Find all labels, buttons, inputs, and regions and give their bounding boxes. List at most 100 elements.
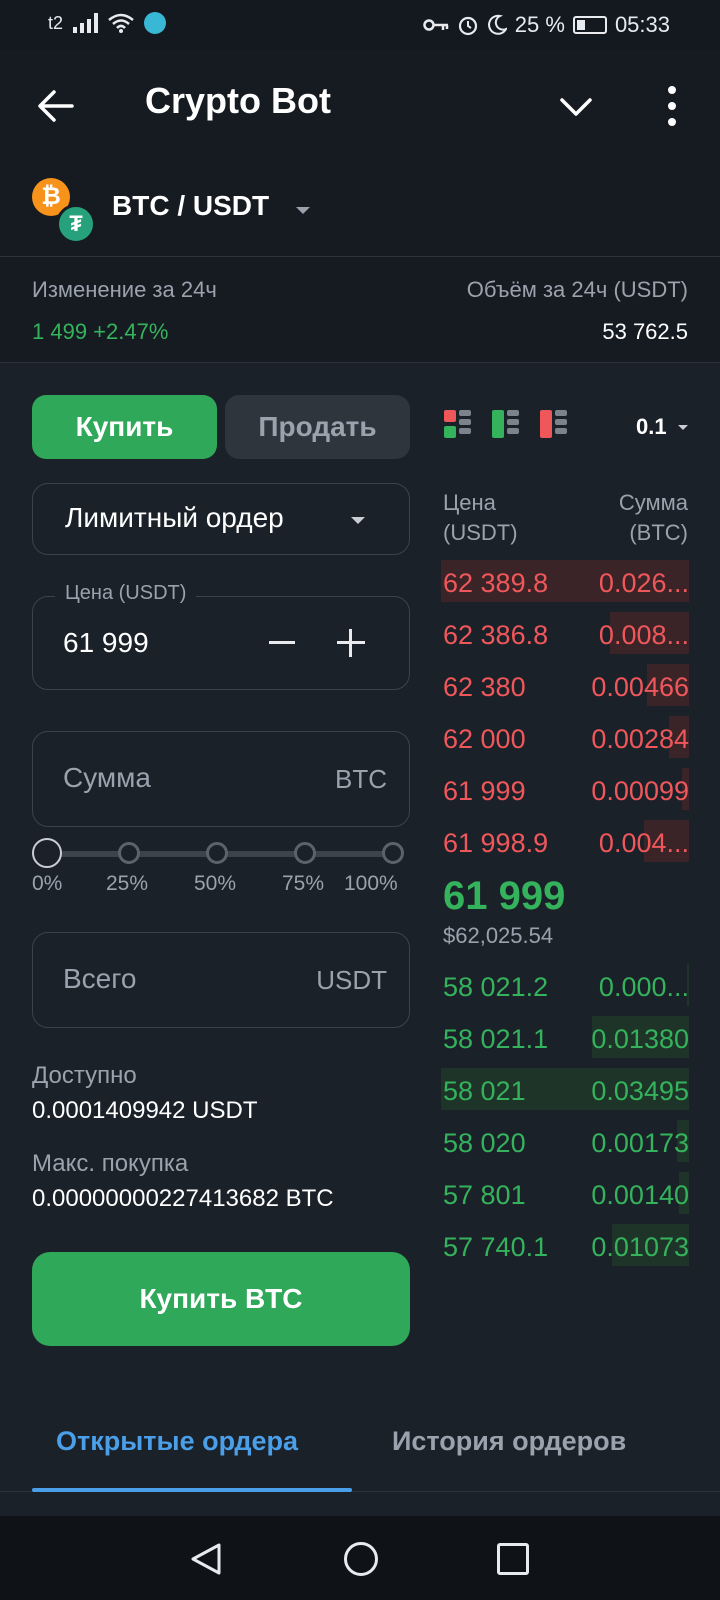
order-type-select[interactable]: Лимитный ордер — [32, 483, 410, 555]
bid-price: 58 020 — [443, 1128, 526, 1158]
nav-home-icon[interactable] — [344, 1542, 378, 1576]
price-input[interactable]: 61 999 — [63, 627, 149, 659]
orderbook-bids-icon[interactable] — [492, 410, 522, 440]
bid-size: 0.01380 — [591, 1024, 689, 1054]
bid-price: 58 021.2 — [443, 972, 549, 1002]
precision-value: 0.1 — [636, 414, 667, 439]
amount-unit: BTC — [335, 764, 387, 794]
ask-size: 0.00466 — [591, 672, 689, 702]
amount-field[interactable]: Сумма BTC — [32, 731, 410, 827]
battery-icon — [572, 16, 607, 34]
price-label: Цена (USDT) — [55, 582, 197, 605]
slider-label: 100% — [344, 872, 398, 895]
orderbook-size-header: Сумма (BTC) — [618, 490, 688, 545]
back-arrow-icon[interactable] — [36, 86, 76, 126]
ask-row[interactable]: 61 998.9 0.004... — [441, 820, 689, 862]
order-type-value: Лимитный ордер — [65, 502, 284, 533]
ask-price: 62 380 — [443, 672, 526, 702]
buy-btc-button[interactable]: Купить BTC — [32, 1252, 410, 1346]
caret-down-icon — [296, 207, 310, 214]
total-field[interactable]: Всего USDT — [32, 932, 410, 1028]
slider-stop-25[interactable] — [118, 842, 140, 864]
plus-icon[interactable] — [337, 629, 365, 657]
volume-24h-value: 53 762.5 — [602, 319, 688, 344]
slider-label: 50% — [194, 872, 237, 895]
moon-icon — [487, 14, 507, 35]
ask-price: 61 998.9 — [443, 828, 549, 858]
ask-price: 62 000 — [443, 724, 526, 754]
slider-label: 0% — [32, 872, 63, 895]
status-bar: t2 25 % 05:33 — [0, 0, 720, 50]
minus-icon[interactable] — [269, 641, 295, 644]
nav-recents-icon[interactable] — [497, 1543, 529, 1575]
orders-tabs: Открытые ордера История ордеров — [0, 1400, 720, 1492]
amount-slider[interactable] — [32, 838, 410, 868]
ask-price: 62 386.8 — [443, 620, 549, 650]
bid-size: 0.00140 — [591, 1180, 689, 1210]
key-icon — [423, 19, 449, 31]
tab-open-orders[interactable]: Открытые ордера — [56, 1426, 298, 1457]
max-buy-label: Макс. покупка — [32, 1150, 189, 1177]
caret-down-icon — [678, 425, 688, 430]
more-vertical-icon[interactable] — [652, 84, 692, 128]
slider-label: 25% — [106, 872, 149, 895]
bid-size: 0.00173 — [591, 1128, 689, 1158]
tab-sell[interactable]: Продать — [225, 395, 410, 459]
price-field[interactable]: Цена (USDT) 61 999 — [32, 582, 410, 690]
pair-selector[interactable]: ₿ ₮ BTC / USDT — [0, 160, 720, 257]
total-placeholder: Всего — [63, 963, 137, 994]
ask-price: 61 999 — [443, 776, 526, 806]
bid-row[interactable]: 58 021 0.03495 — [441, 1068, 689, 1110]
tab-order-history[interactable]: История ордеров — [392, 1426, 626, 1457]
bid-row[interactable]: 58 021.1 0.01380 — [441, 1016, 689, 1058]
bid-row[interactable]: 57 801 0.00140 — [441, 1172, 689, 1214]
clock: 05:33 — [614, 12, 670, 37]
bid-size: 0.01073 — [591, 1232, 689, 1262]
alarm-icon — [458, 16, 477, 36]
slider-stop-75[interactable] — [294, 842, 316, 864]
bid-price: 58 021 — [443, 1076, 526, 1106]
active-tab-indicator — [32, 1488, 352, 1492]
ask-row[interactable]: 62 389.8 0.026... — [441, 560, 689, 602]
total-unit: USDT — [316, 965, 387, 995]
orderbook-both-icon[interactable] — [444, 410, 474, 440]
bid-price: 57 740.1 — [443, 1232, 549, 1262]
bid-price: 57 801 — [443, 1180, 526, 1210]
slider-stop-100[interactable] — [382, 842, 404, 864]
last-price-usd: $62,025.54 — [443, 923, 554, 948]
bid-size: 0.000... — [598, 972, 689, 1002]
available-value: 0.0001409942 USDT — [32, 1097, 258, 1124]
slider-handle[interactable] — [32, 838, 62, 868]
battery-percent: 25 % — [514, 12, 565, 37]
ask-row[interactable]: 62 000 0.00284 — [441, 716, 689, 758]
nav-back-icon[interactable] — [189, 1542, 223, 1576]
status-right: 25 % 05:33 — [423, 12, 670, 38]
system-nav-bar — [0, 1516, 720, 1600]
market-stats: Изменение за 24ч 1 499 +2.47% Объём за 2… — [0, 257, 720, 363]
ask-row[interactable]: 62 386.8 0.008... — [441, 612, 689, 654]
usdt-coin-icon: ₮ — [56, 204, 96, 244]
bid-row[interactable]: 58 020 0.00173 — [441, 1120, 689, 1162]
ask-size: 0.026... — [598, 568, 689, 598]
caret-down-icon — [351, 517, 365, 524]
ask-row[interactable]: 62 380 0.00466 — [441, 664, 689, 706]
bid-row[interactable]: 58 021.2 0.000... — [441, 964, 689, 1006]
precision-select[interactable]: 0.1 — [636, 414, 667, 440]
tab-buy[interactable]: Купить — [32, 395, 217, 459]
app-bar: Crypto Bot — [0, 50, 720, 160]
change-24h-value: 1 499 +2.47% — [32, 319, 169, 344]
bid-price: 58 021.1 — [443, 1024, 549, 1054]
bid-row[interactable]: 57 740.1 0.01073 — [441, 1224, 689, 1266]
orderbook-price-header: Цена (USDT) — [443, 490, 518, 545]
chevron-down-icon[interactable] — [556, 88, 596, 128]
ask-size: 0.008... — [598, 620, 689, 650]
slider-stop-50[interactable] — [206, 842, 228, 864]
app-title: Crypto Bot — [145, 80, 331, 121]
available-label: Доступно — [32, 1062, 137, 1089]
max-buy-value: 0.00000000227413682 BTC — [32, 1185, 334, 1212]
carrier-label: t2 — [48, 12, 64, 33]
pair-label: BTC / USDT — [112, 190, 270, 221]
ask-row[interactable]: 61 999 0.00099 — [441, 768, 689, 810]
orderbook-asks-icon[interactable] — [540, 410, 570, 440]
ask-size: 0.004... — [598, 828, 689, 858]
